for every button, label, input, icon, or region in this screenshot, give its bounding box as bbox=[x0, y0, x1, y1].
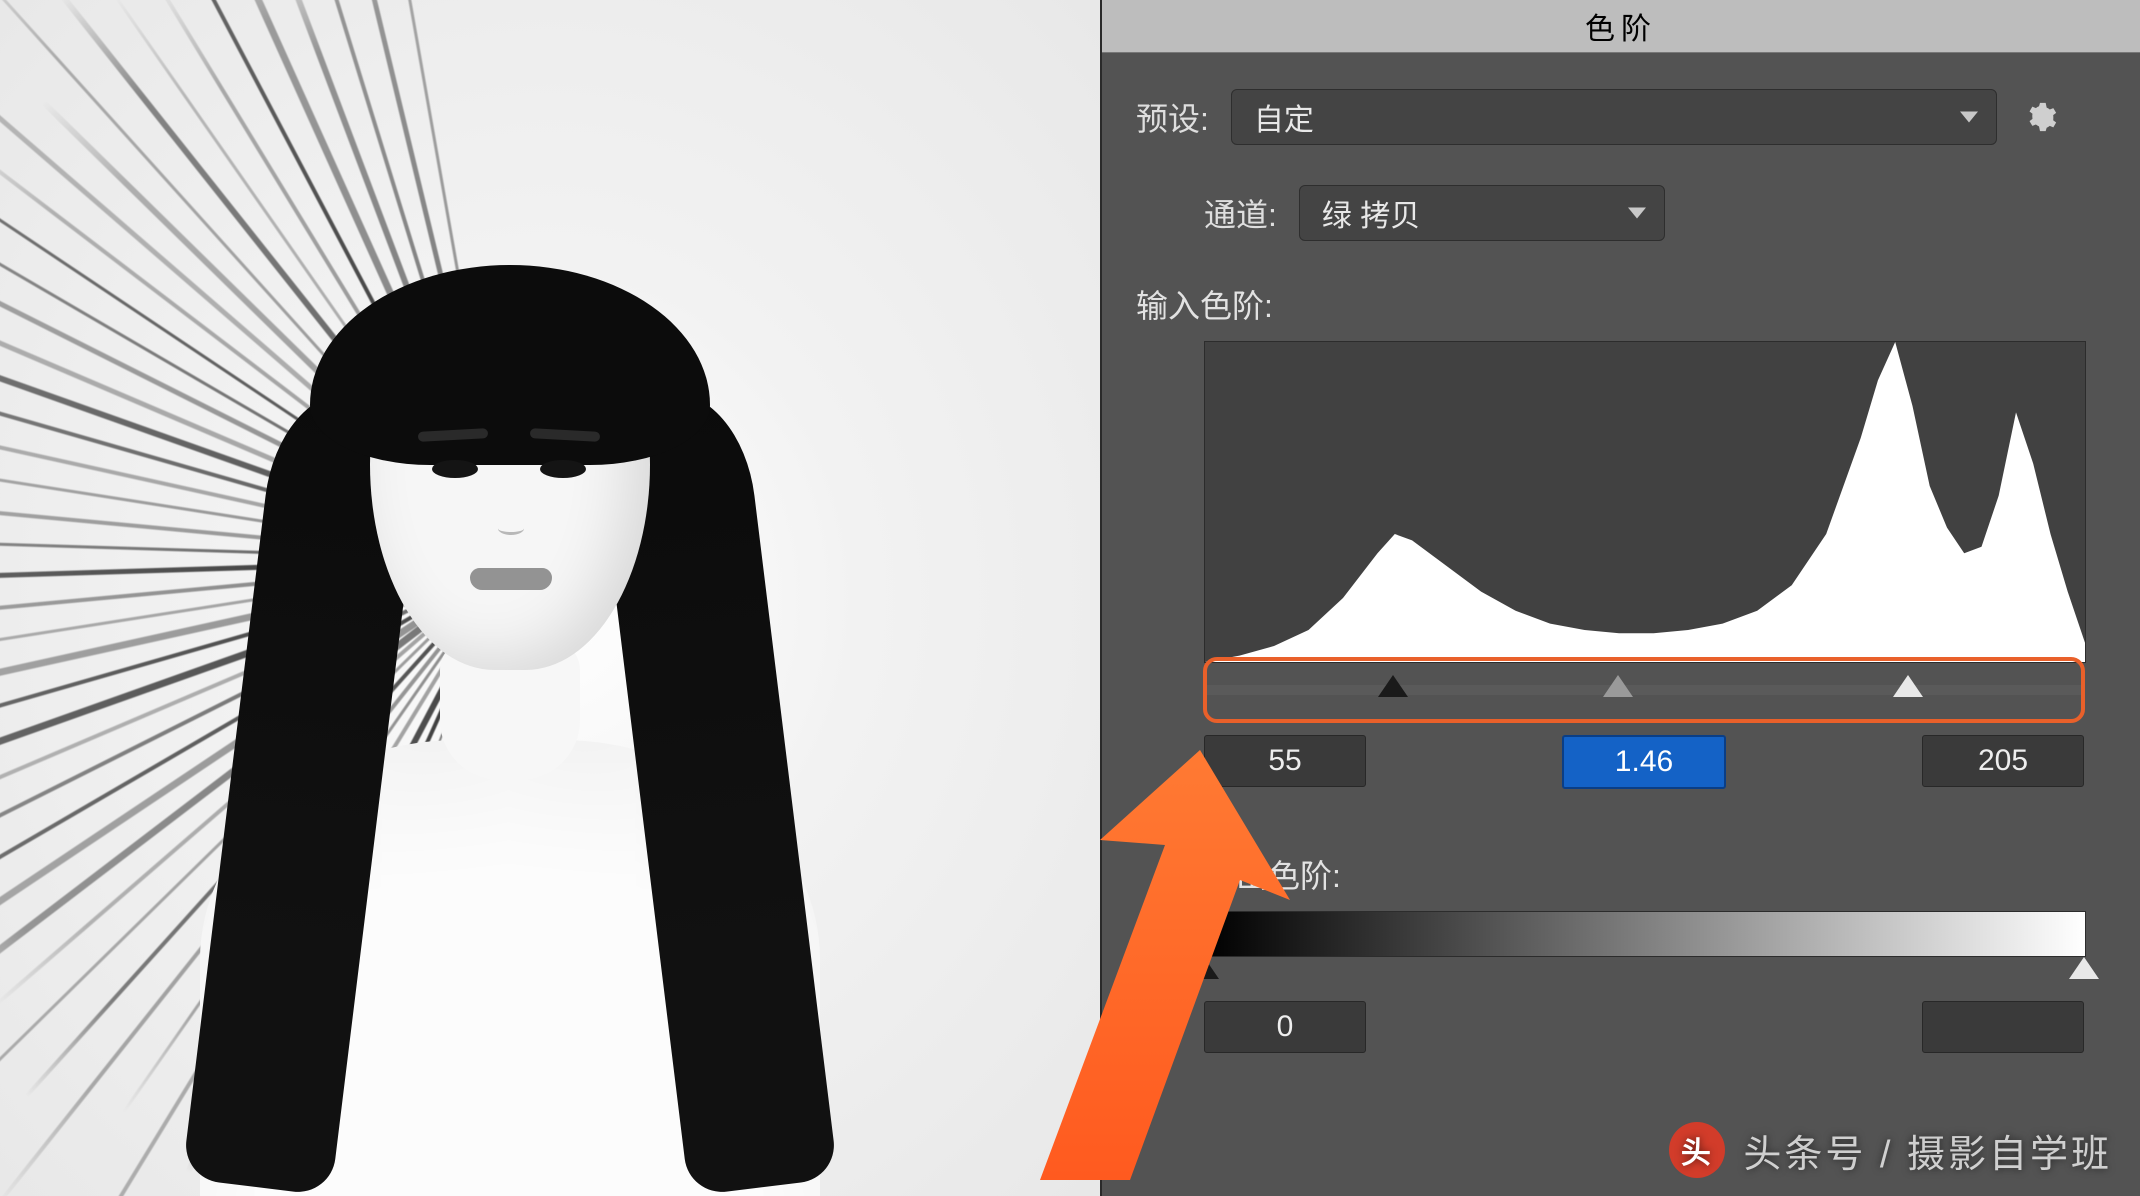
input-midtone-handle[interactable] bbox=[1603, 675, 1633, 697]
image-preview bbox=[0, 0, 1100, 1196]
input-black-value[interactable]: 55 bbox=[1204, 735, 1366, 787]
preset-settings-button[interactable] bbox=[2019, 96, 2061, 138]
output-levels-label: 输出色阶: bbox=[1204, 851, 2106, 897]
watermark-logo-icon: 头 bbox=[1669, 1122, 1725, 1178]
input-black-point-handle[interactable] bbox=[1378, 675, 1408, 697]
chevron-down-icon bbox=[1628, 208, 1646, 219]
channel-value: 绿 拷贝 bbox=[1322, 191, 1420, 235]
output-white-value[interactable] bbox=[1922, 1001, 2084, 1053]
input-levels-slider[interactable] bbox=[1204, 663, 2084, 717]
channel-label: 通道: bbox=[1204, 190, 1277, 236]
chevron-down-icon bbox=[1960, 112, 1978, 123]
eye-right bbox=[540, 460, 586, 478]
input-white-value[interactable]: 205 bbox=[1922, 735, 2084, 787]
input-gamma-value[interactable]: 1.46 bbox=[1562, 735, 1726, 789]
channel-row: 通道: 绿 拷贝 bbox=[1204, 185, 2106, 241]
slider-rail bbox=[1204, 685, 2084, 695]
preset-label: 预设: bbox=[1136, 94, 1209, 140]
output-black-value[interactable]: 0 bbox=[1204, 1001, 1366, 1053]
eye-left bbox=[432, 460, 478, 478]
mouth bbox=[470, 568, 552, 590]
output-gradient bbox=[1204, 911, 2086, 957]
input-levels-values: 55 1.46 205 bbox=[1204, 735, 2084, 789]
input-white-point-handle[interactable] bbox=[1893, 675, 1923, 697]
preset-value: 自定 bbox=[1254, 95, 1314, 139]
levels-histogram bbox=[1204, 341, 2086, 663]
watermark-text: 头条号 / 摄影自学班 bbox=[1743, 1123, 2112, 1178]
output-white-point-handle[interactable] bbox=[2069, 957, 2099, 979]
input-levels-label: 输入色阶: bbox=[1136, 281, 2106, 327]
channel-dropdown[interactable]: 绿 拷贝 bbox=[1299, 185, 1665, 241]
watermark: 头 头条号 / 摄影自学班 bbox=[1669, 1122, 2112, 1178]
panel-title-text: 色阶 bbox=[1585, 4, 1657, 48]
gear-icon bbox=[2023, 100, 2057, 134]
preset-row: 预设: 自定 bbox=[1136, 89, 2106, 145]
preset-dropdown[interactable]: 自定 bbox=[1231, 89, 1997, 145]
nose bbox=[498, 522, 524, 535]
panel-title: 色阶 bbox=[1102, 0, 2140, 53]
levels-panel: 色阶 预设: 自定 通道: 绿 拷贝 bbox=[1100, 0, 2140, 1196]
output-levels-slider[interactable] bbox=[1204, 957, 2084, 997]
output-black-point-handle[interactable] bbox=[1189, 957, 1219, 979]
